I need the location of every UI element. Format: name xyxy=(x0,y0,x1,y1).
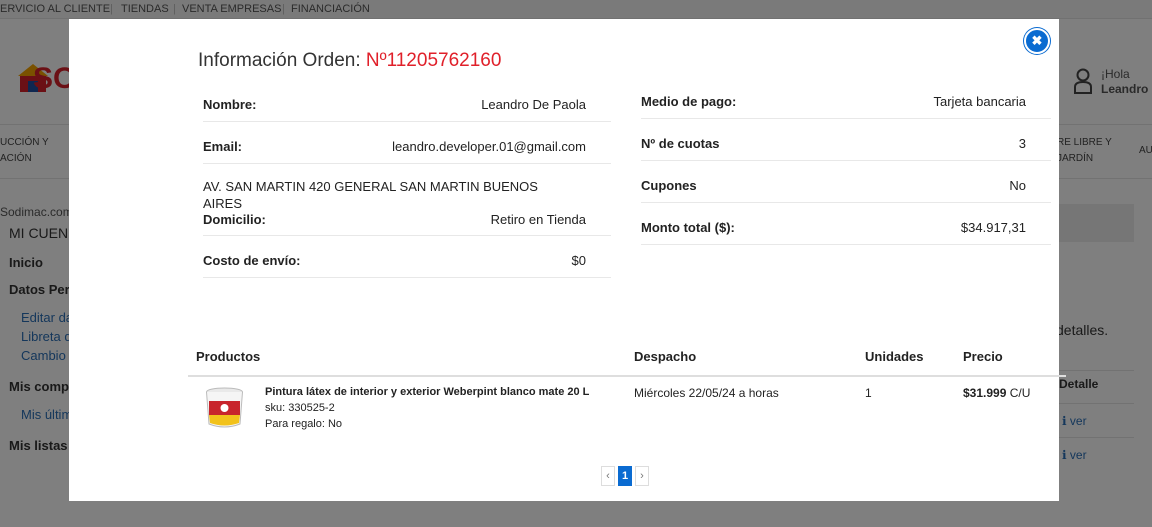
product-price-unit: C/U xyxy=(1006,386,1031,400)
order-number: Nº11205762160 xyxy=(365,50,502,71)
field-value: $0 xyxy=(571,253,586,268)
close-button[interactable]: ✖ xyxy=(1024,28,1050,54)
modal-title: Información Orden: Nº11205762160 xyxy=(198,50,501,72)
field-label: Domicilio: xyxy=(203,212,266,227)
field-label: Cupones xyxy=(641,178,697,193)
field-label: Nº de cuotas xyxy=(641,136,720,151)
col-despacho: Despacho xyxy=(634,349,697,364)
pagination-page-1[interactable]: 1 xyxy=(618,466,632,486)
product-unidades: 1 xyxy=(865,386,872,400)
product-name[interactable]: Pintura látex de interior y exterior Web… xyxy=(265,386,589,398)
field-email: Email: leandro.developer.01@gmail.com xyxy=(203,122,611,164)
close-icon: ✖ xyxy=(1031,33,1043,48)
field-label: Monto total ($): xyxy=(641,220,735,235)
field-label: Costo de envío: xyxy=(203,253,301,268)
product-despacho: Miércoles 22/05/24 a horas xyxy=(634,386,779,400)
field-costo-envio: Costo de envío: $0 xyxy=(203,236,611,278)
paint-bucket-icon xyxy=(206,387,243,428)
field-value: 3 xyxy=(1018,136,1026,151)
product-precio: $31.999 C/U xyxy=(963,386,1030,400)
field-domicilio: AV. SAN MARTIN 420 GENERAL SAN MARTIN BU… xyxy=(203,179,611,236)
pagination-prev-button[interactable]: ‹ xyxy=(601,466,615,486)
field-value: Tarjeta bancaria xyxy=(933,94,1027,109)
table-row: Pintura látex de interior y exterior Web… xyxy=(188,379,1066,449)
product-gift: Para regalo: No xyxy=(265,418,343,430)
field-value: Leandro De Paola xyxy=(481,97,586,112)
col-precio: Precio xyxy=(963,349,1003,364)
field-monto-total: Monto total ($): $34.917,31 xyxy=(641,203,1051,245)
field-value: $34.917,31 xyxy=(960,220,1026,235)
field-value: leandro.developer.01@gmail.com xyxy=(392,139,586,154)
col-unidades: Unidades xyxy=(865,349,924,364)
products-table-header: Productos Despacho Unidades Precio xyxy=(188,341,1066,377)
field-value: No xyxy=(1009,178,1026,193)
order-info-modal: ✖ Información Orden: Nº11205762160 Nombr… xyxy=(69,19,1066,501)
product-sku: sku: 330525-2 xyxy=(265,402,335,414)
field-label: Medio de pago: xyxy=(641,94,737,109)
field-value: Retiro en Tienda xyxy=(490,212,586,227)
field-medio-pago: Medio de pago: Tarjeta bancaria xyxy=(641,77,1051,119)
field-nombre: Nombre: Leandro De Paola xyxy=(203,80,611,122)
pagination-next-button[interactable]: › xyxy=(635,466,649,486)
field-label: Email: xyxy=(203,139,243,154)
field-label: Nombre: xyxy=(203,97,257,112)
address-text: AV. SAN MARTIN 420 GENERAL SAN MARTIN BU… xyxy=(203,179,538,211)
modal-title-label: Información Orden: xyxy=(198,50,366,71)
col-productos: Productos xyxy=(196,349,261,364)
field-cupones: Cupones No xyxy=(641,161,1051,203)
field-cuotas: Nº de cuotas 3 xyxy=(641,119,1051,161)
product-price-amount: $31.999 xyxy=(963,386,1007,400)
